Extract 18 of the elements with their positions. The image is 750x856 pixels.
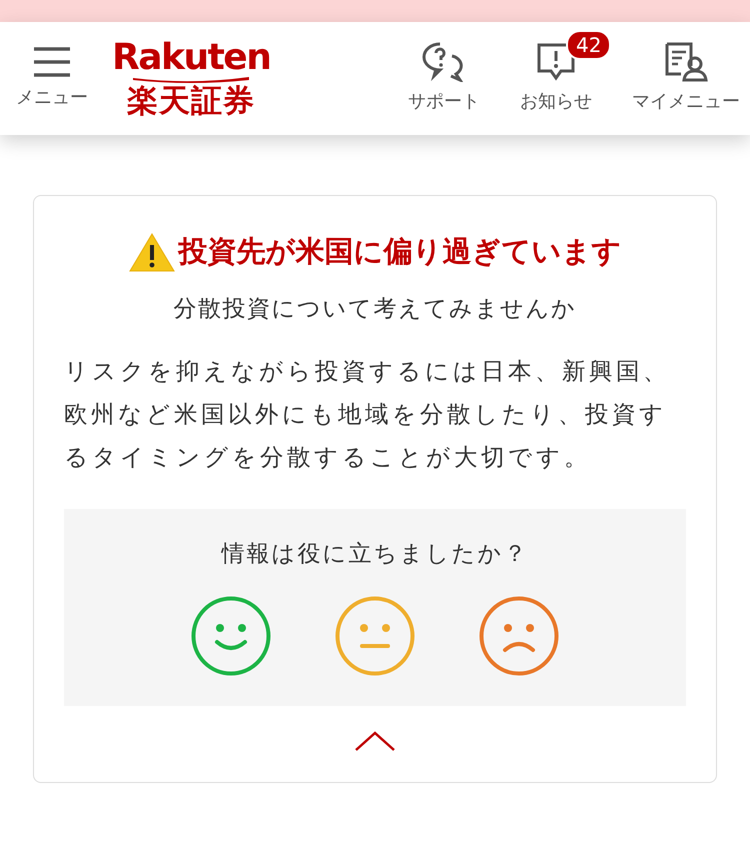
- mymenu-button[interactable]: マイメニュー: [632, 42, 740, 115]
- logo-name: 楽天証券: [127, 86, 256, 117]
- feedback-question: 情報は役に立ちましたか？: [220, 540, 530, 569]
- logo-wordmark: Rakuten: [112, 40, 270, 76]
- neutral-face-icon[interactable]: [335, 596, 415, 676]
- support-icon: [422, 42, 466, 82]
- count-badge: 42: [566, 30, 612, 60]
- alert-title: 投資先が米国に偏り過ぎています: [178, 233, 622, 270]
- alert-message: リスクを抑えながら投資するには日本、新興国、欧州など米国以外にも地域を分散したり、投資するタイミングを分散することが大切です。: [64, 356, 671, 473]
- sad-face-icon[interactable]: [479, 596, 559, 676]
- warning-icon: [128, 232, 174, 272]
- collapse-button[interactable]: [354, 730, 396, 752]
- happy-face-icon[interactable]: [191, 596, 271, 676]
- alert-subtitle: 分散投資について考えてみませんか: [172, 294, 578, 324]
- user-list-icon: [664, 42, 708, 82]
- support-button[interactable]: サポート: [408, 42, 480, 115]
- menu-button[interactable]: メニュー: [16, 46, 88, 111]
- menu-icon: [33, 46, 71, 78]
